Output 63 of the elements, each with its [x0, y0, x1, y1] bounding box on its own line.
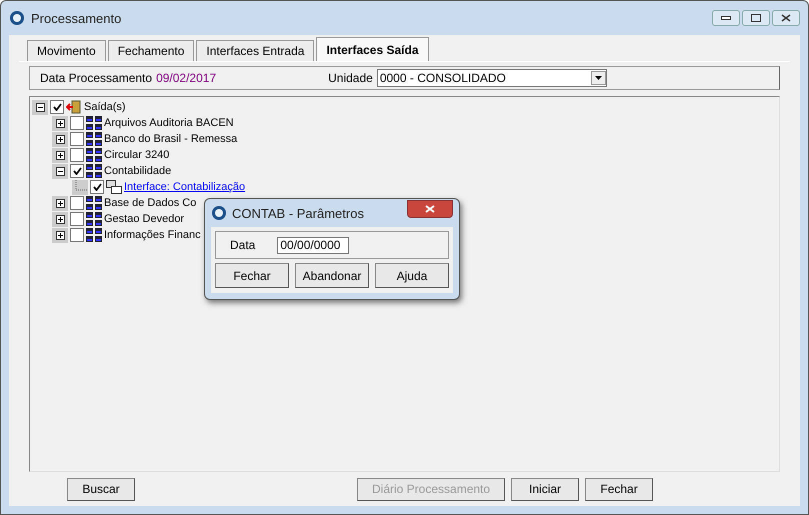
tree-item[interactable]: Circular 3240 [104, 149, 170, 161]
checkbox[interactable] [70, 228, 84, 242]
tree-item[interactable]: Informações Financ [104, 229, 201, 241]
grid-icon [86, 228, 102, 242]
expand-icon[interactable] [52, 228, 68, 242]
tab[interactable]: Interfaces Saída [316, 37, 428, 61]
grid-icon [86, 148, 102, 162]
minimize-button[interactable] [712, 10, 740, 26]
tree-item[interactable]: Contabilidade [104, 165, 172, 177]
expand-icon[interactable] [52, 132, 68, 146]
minimize-icon [721, 16, 731, 20]
expand-icon[interactable] [52, 148, 68, 162]
date-label: Data Processamento [40, 71, 152, 85]
collapse-icon[interactable] [32, 100, 48, 114]
expand-icon[interactable] [52, 116, 68, 130]
close-button[interactable] [772, 10, 800, 26]
maximize-button[interactable] [742, 10, 770, 26]
checkbox[interactable] [70, 148, 84, 162]
tree-item[interactable]: Banco do Brasil - Remessa [104, 133, 238, 145]
tree-link[interactable]: Interface: Contabilização [124, 181, 246, 193]
expand-icon[interactable] [52, 196, 68, 210]
tree-item[interactable]: Arquivos Auditoria BACEN [104, 117, 234, 129]
dialog-button[interactable]: Ajuda [375, 263, 449, 288]
app-logo-icon [211, 205, 227, 221]
unit-dropdown[interactable]: 0000 - CONSOLIDADO [376, 69, 607, 87]
action-button[interactable]: Fechar [585, 478, 654, 500]
dialog-title: CONTAB - Parâmetros [232, 206, 364, 220]
grid-icon [86, 212, 102, 226]
checkbox[interactable] [70, 212, 84, 226]
tree-item[interactable]: Saída(s) [84, 101, 126, 113]
windows-icon [106, 180, 122, 194]
window-title: Processamento [31, 10, 122, 26]
tree-item[interactable]: Base de Dados Co [104, 197, 196, 209]
date-value: 09/02/2017 [156, 71, 216, 85]
exit-door-icon [66, 100, 82, 114]
collapse-icon[interactable] [52, 164, 68, 178]
checkbox[interactable] [70, 116, 84, 130]
checkbox[interactable] [90, 180, 104, 194]
close-icon [425, 205, 435, 213]
tree-item[interactable]: Gestao Devedor [104, 213, 184, 225]
checkbox[interactable] [50, 100, 64, 114]
grid-icon [86, 164, 102, 178]
action-button[interactable]: Iniciar [511, 478, 580, 500]
unit-label: Unidade [328, 71, 373, 85]
grid-icon [86, 116, 102, 130]
checkbox[interactable] [70, 196, 84, 210]
grid-icon [86, 196, 102, 210]
checkbox[interactable] [70, 164, 84, 178]
expand-icon[interactable] [52, 212, 68, 226]
grid-icon [86, 132, 102, 146]
app-logo-icon [9, 10, 25, 26]
tab[interactable]: Movimento [27, 40, 106, 61]
data-label: Data [230, 238, 256, 252]
close-button[interactable] [407, 200, 453, 218]
tab[interactable]: Interfaces Entrada [196, 40, 314, 61]
dialog-button[interactable]: Fechar [215, 263, 289, 288]
tab[interactable]: Fechamento [108, 40, 194, 61]
checkbox[interactable] [70, 132, 84, 146]
date-input-field[interactable]: 00/00/0000 [277, 236, 350, 254]
maximize-icon [751, 14, 761, 22]
action-button[interactable]: Buscar [67, 478, 135, 500]
close-icon [781, 14, 791, 22]
dialog-button[interactable]: Abandonar [295, 263, 369, 288]
